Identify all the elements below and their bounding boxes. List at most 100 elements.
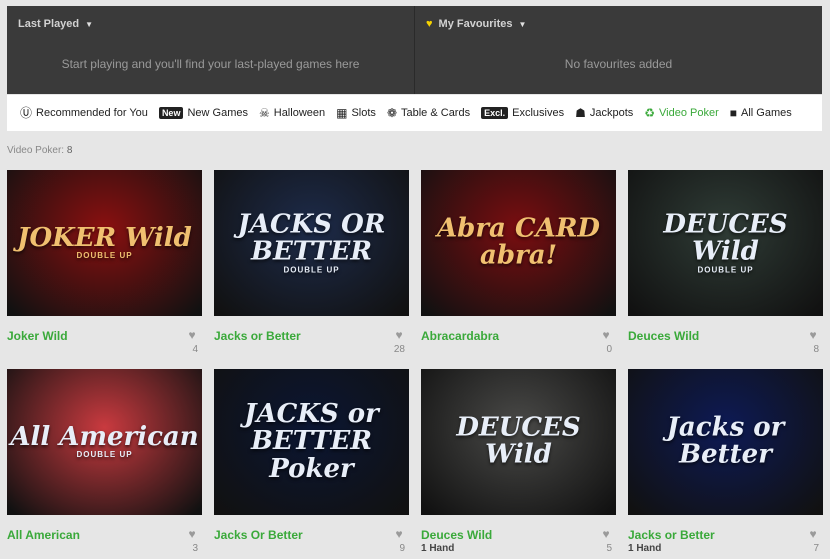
category-label: Table & Cards <box>401 107 471 119</box>
favourite-heart-icon[interactable]: ♥ <box>806 527 820 541</box>
favourite-count: 3 <box>192 543 198 554</box>
listing-count: Video Poker: 8 <box>7 145 72 156</box>
category-table-cards[interactable]: ❁ Table & Cards <box>387 107 470 119</box>
game-title[interactable]: Deuces Wild <box>421 528 492 542</box>
game-logo: All American DOUBLE UP <box>7 424 202 460</box>
category-label: New Games <box>187 107 248 119</box>
pot-icon: ☗ <box>575 106 586 120</box>
game-card: JACKS or BETTER Poker Jacks Or Better ♥ … <box>214 369 409 554</box>
game-thumbnail[interactable]: Abra CARD abra! <box>421 170 616 316</box>
category-all-games[interactable]: ■ All Games <box>730 107 792 119</box>
game-card: Jacks or Better Jacks or Better 1 Hand ♥… <box>628 369 823 554</box>
favourite-heart-icon[interactable]: ♥ <box>599 328 613 342</box>
favourites-toggle[interactable]: ♥ My Favourites ▼ <box>426 18 526 30</box>
game-logo: DEUCES Wild DOUBLE UP <box>628 209 823 275</box>
listing-count-value: 8 <box>66 145 73 156</box>
game-logo-text: Abra CARD abra! <box>437 213 600 271</box>
category-video-poker[interactable]: ♻ Video Poker <box>644 107 719 119</box>
game-thumbnail[interactable]: JOKER Wild DOUBLE UP <box>7 170 202 316</box>
game-logo-text: Jacks or Better <box>666 412 785 470</box>
game-logo-sub: DOUBLE UP <box>76 251 133 261</box>
game-logo-text: DEUCES Wild <box>456 412 581 470</box>
category-label: Slots <box>351 107 376 119</box>
last-played-toggle[interactable]: Last Played ▼ <box>18 18 93 30</box>
game-title[interactable]: Jacks Or Better <box>214 528 303 542</box>
game-title[interactable]: All American <box>7 528 80 542</box>
game-logo-sub: DOUBLE UP <box>76 450 133 460</box>
favourite-count: 28 <box>393 344 405 355</box>
favourite-count: 9 <box>399 543 405 554</box>
last-played-panel: Last Played ▼ Start playing and you'll f… <box>7 6 414 94</box>
video-poker-icon: ♻ <box>644 106 656 120</box>
category-label: Halloween <box>273 107 326 119</box>
exclusive-badge-icon: Excl. <box>481 107 509 119</box>
recommended-icon: Ⓤ <box>20 106 33 120</box>
game-thumbnail[interactable]: JACKS or BETTER Poker <box>214 369 409 515</box>
chevron-down-icon: ▼ <box>518 19 527 29</box>
game-title[interactable]: Abracardabra <box>421 329 499 343</box>
game-title[interactable]: Jacks or Better <box>214 329 301 343</box>
category-jackpots[interactable]: ☗ Jackpots <box>575 107 633 119</box>
game-logo: DEUCES Wild <box>421 412 616 470</box>
top-panels: Last Played ▼ Start playing and you'll f… <box>7 6 822 94</box>
favourite-heart-icon[interactable]: ♥ <box>392 527 406 541</box>
halloween-icon: ☠ <box>258 106 270 120</box>
category-label: Recommended for You <box>36 107 148 119</box>
game-hands: 1 Hand <box>628 543 662 554</box>
chevron-down-icon: ▼ <box>85 19 94 29</box>
game-card: DEUCES Wild DOUBLE UP Deuces Wild ♥ 8 <box>628 170 823 355</box>
game-title[interactable]: Deuces Wild <box>628 329 699 343</box>
game-logo: JACKS OR BETTER DOUBLE UP <box>214 209 409 275</box>
game-thumbnail[interactable]: DEUCES Wild DOUBLE UP <box>628 170 823 316</box>
favourite-count: 0 <box>606 344 612 355</box>
game-hands: 1 Hand <box>421 543 455 554</box>
game-logo: Abra CARD abra! <box>421 213 616 271</box>
last-played-label: Last Played <box>18 18 80 30</box>
category-label: All Games <box>741 107 792 119</box>
game-logo: Jacks or Better <box>628 412 823 470</box>
slots-icon: ▦ <box>336 106 348 120</box>
game-logo: JOKER Wild DOUBLE UP <box>7 225 202 261</box>
category-label: Video Poker <box>659 107 719 119</box>
favourite-count: 5 <box>606 543 612 554</box>
game-card: JACKS OR BETTER DOUBLE UP Jacks or Bette… <box>214 170 409 355</box>
favourite-count: 7 <box>813 543 819 554</box>
game-title[interactable]: Jacks or Better <box>628 528 715 542</box>
favourite-heart-icon[interactable]: ♥ <box>599 527 613 541</box>
all-games-icon: ■ <box>729 106 738 120</box>
category-recommended-for-you[interactable]: Ⓤ Recommended for You <box>20 107 148 119</box>
game-thumbnail[interactable]: JACKS OR BETTER DOUBLE UP <box>214 170 409 316</box>
game-thumbnail[interactable]: Jacks or Better <box>628 369 823 515</box>
favourite-count: 4 <box>192 344 198 355</box>
category-slots[interactable]: ▦ Slots <box>336 107 376 119</box>
favourite-heart-icon[interactable]: ♥ <box>185 527 199 541</box>
game-logo-text: DEUCES Wild <box>663 209 788 267</box>
game-card: JOKER Wild DOUBLE UP Joker Wild ♥ 4 <box>7 170 202 355</box>
favourite-count: 8 <box>813 344 819 355</box>
favourite-heart-icon[interactable]: ♥ <box>392 328 406 342</box>
game-logo-sub: DOUBLE UP <box>283 265 340 275</box>
favourites-label: My Favourites <box>438 18 513 30</box>
game-thumbnail[interactable]: DEUCES Wild <box>421 369 616 515</box>
game-title[interactable]: Joker Wild <box>7 329 68 343</box>
game-logo: JACKS or BETTER Poker <box>214 400 409 483</box>
chip-icon: ❁ <box>386 106 397 120</box>
favourite-heart-icon[interactable]: ♥ <box>806 328 820 342</box>
listing-prefix: Video Poker: <box>7 145 65 156</box>
game-logo-text: JACKS OR BETTER <box>237 209 386 267</box>
category-halloween[interactable]: ☠ Halloween <box>259 107 325 119</box>
game-logo-sub: DOUBLE UP <box>697 265 754 275</box>
favourites-panel: ♥ My Favourites ▼ No favourites added <box>414 6 822 94</box>
new-badge-icon: New <box>158 107 184 119</box>
favourite-heart-icon[interactable]: ♥ <box>185 328 199 342</box>
game-logo-text: JOKER Wild <box>17 223 192 254</box>
category-label: Exclusives <box>512 107 565 119</box>
category-new-games[interactable]: New New Games <box>158 107 248 119</box>
favourites-message: No favourites added <box>564 57 673 71</box>
heart-icon: ♥ <box>426 18 433 30</box>
category-exclusives[interactable]: Excl. Exclusives <box>481 107 564 119</box>
game-thumbnail[interactable]: All American DOUBLE UP <box>7 369 202 515</box>
game-card: All American DOUBLE UP All American ♥ 3 <box>7 369 202 554</box>
category-nav: Ⓤ Recommended for You New New Games ☠ Hallowe… <box>7 95 822 131</box>
game-card: DEUCES Wild Deuces Wild 1 Hand ♥ 5 <box>421 369 616 554</box>
